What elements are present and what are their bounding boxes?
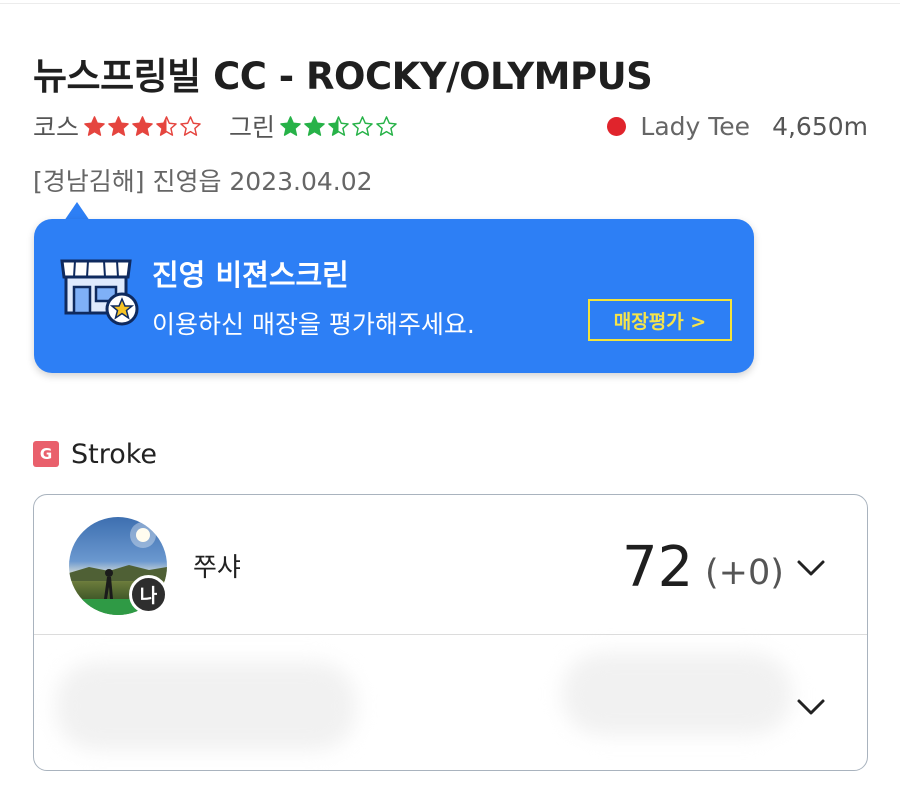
- star-half-icon: [156, 115, 177, 136]
- star-empty-icon: [352, 115, 373, 136]
- store-name: 진영 비젼스크린: [152, 258, 349, 292]
- player-score-diff: (+0): [705, 553, 784, 593]
- store-icon: [60, 257, 140, 331]
- blurred-content: [562, 653, 792, 735]
- course-title: 뉴스프링빌 CC - ROCKY/OLYMPUS: [33, 55, 653, 98]
- chevron-down-icon[interactable]: [795, 558, 827, 578]
- game-mode: G Stroke: [33, 437, 157, 471]
- store-review-button[interactable]: 매장평가 >: [588, 299, 732, 341]
- mode-badge: G: [33, 441, 59, 467]
- chevron-down-icon[interactable]: [795, 697, 827, 717]
- green-rating-stars: [279, 115, 399, 138]
- blurred-content: [56, 662, 356, 750]
- course-rating-stars: [83, 115, 203, 138]
- star-filled-icon: [132, 115, 153, 136]
- store-review-banner[interactable]: 진영 비젼스크린 이용하신 매장을 평가해주세요. 매장평가 >: [34, 219, 754, 373]
- location-date: [경남김해] 진영읍 2023.04.02: [33, 167, 373, 196]
- star-empty-icon: [376, 115, 397, 136]
- green-rating-label: 그린: [229, 113, 276, 142]
- tee-distance: 4,650m: [772, 111, 868, 141]
- star-filled-icon: [84, 115, 105, 136]
- star-empty-icon: [180, 115, 201, 136]
- tee-color-dot: [607, 116, 627, 136]
- star-filled-icon: [280, 115, 301, 136]
- star-filled-icon: [304, 115, 325, 136]
- store-review-prompt: 이용하신 매장을 평가해주세요.: [152, 310, 475, 339]
- tee-info: Lady Tee 4,650m: [607, 108, 868, 144]
- mode-label: Stroke: [71, 438, 158, 470]
- rating-row: 코스 그린: [33, 108, 399, 144]
- tee-name: Lady Tee: [640, 111, 751, 141]
- me-badge: 나: [129, 575, 168, 614]
- star-half-icon: [328, 115, 349, 136]
- score-card: 나 쭈샤 72 (+0): [33, 494, 868, 771]
- player-score: 72: [622, 535, 694, 600]
- star-filled-icon: [108, 115, 129, 136]
- player-row[interactable]: 나 쭈샤 72 (+0): [34, 495, 867, 635]
- top-divider: [0, 3, 900, 4]
- player-name: 쭈샤: [193, 553, 241, 583]
- course-rating-label: 코스: [33, 113, 80, 142]
